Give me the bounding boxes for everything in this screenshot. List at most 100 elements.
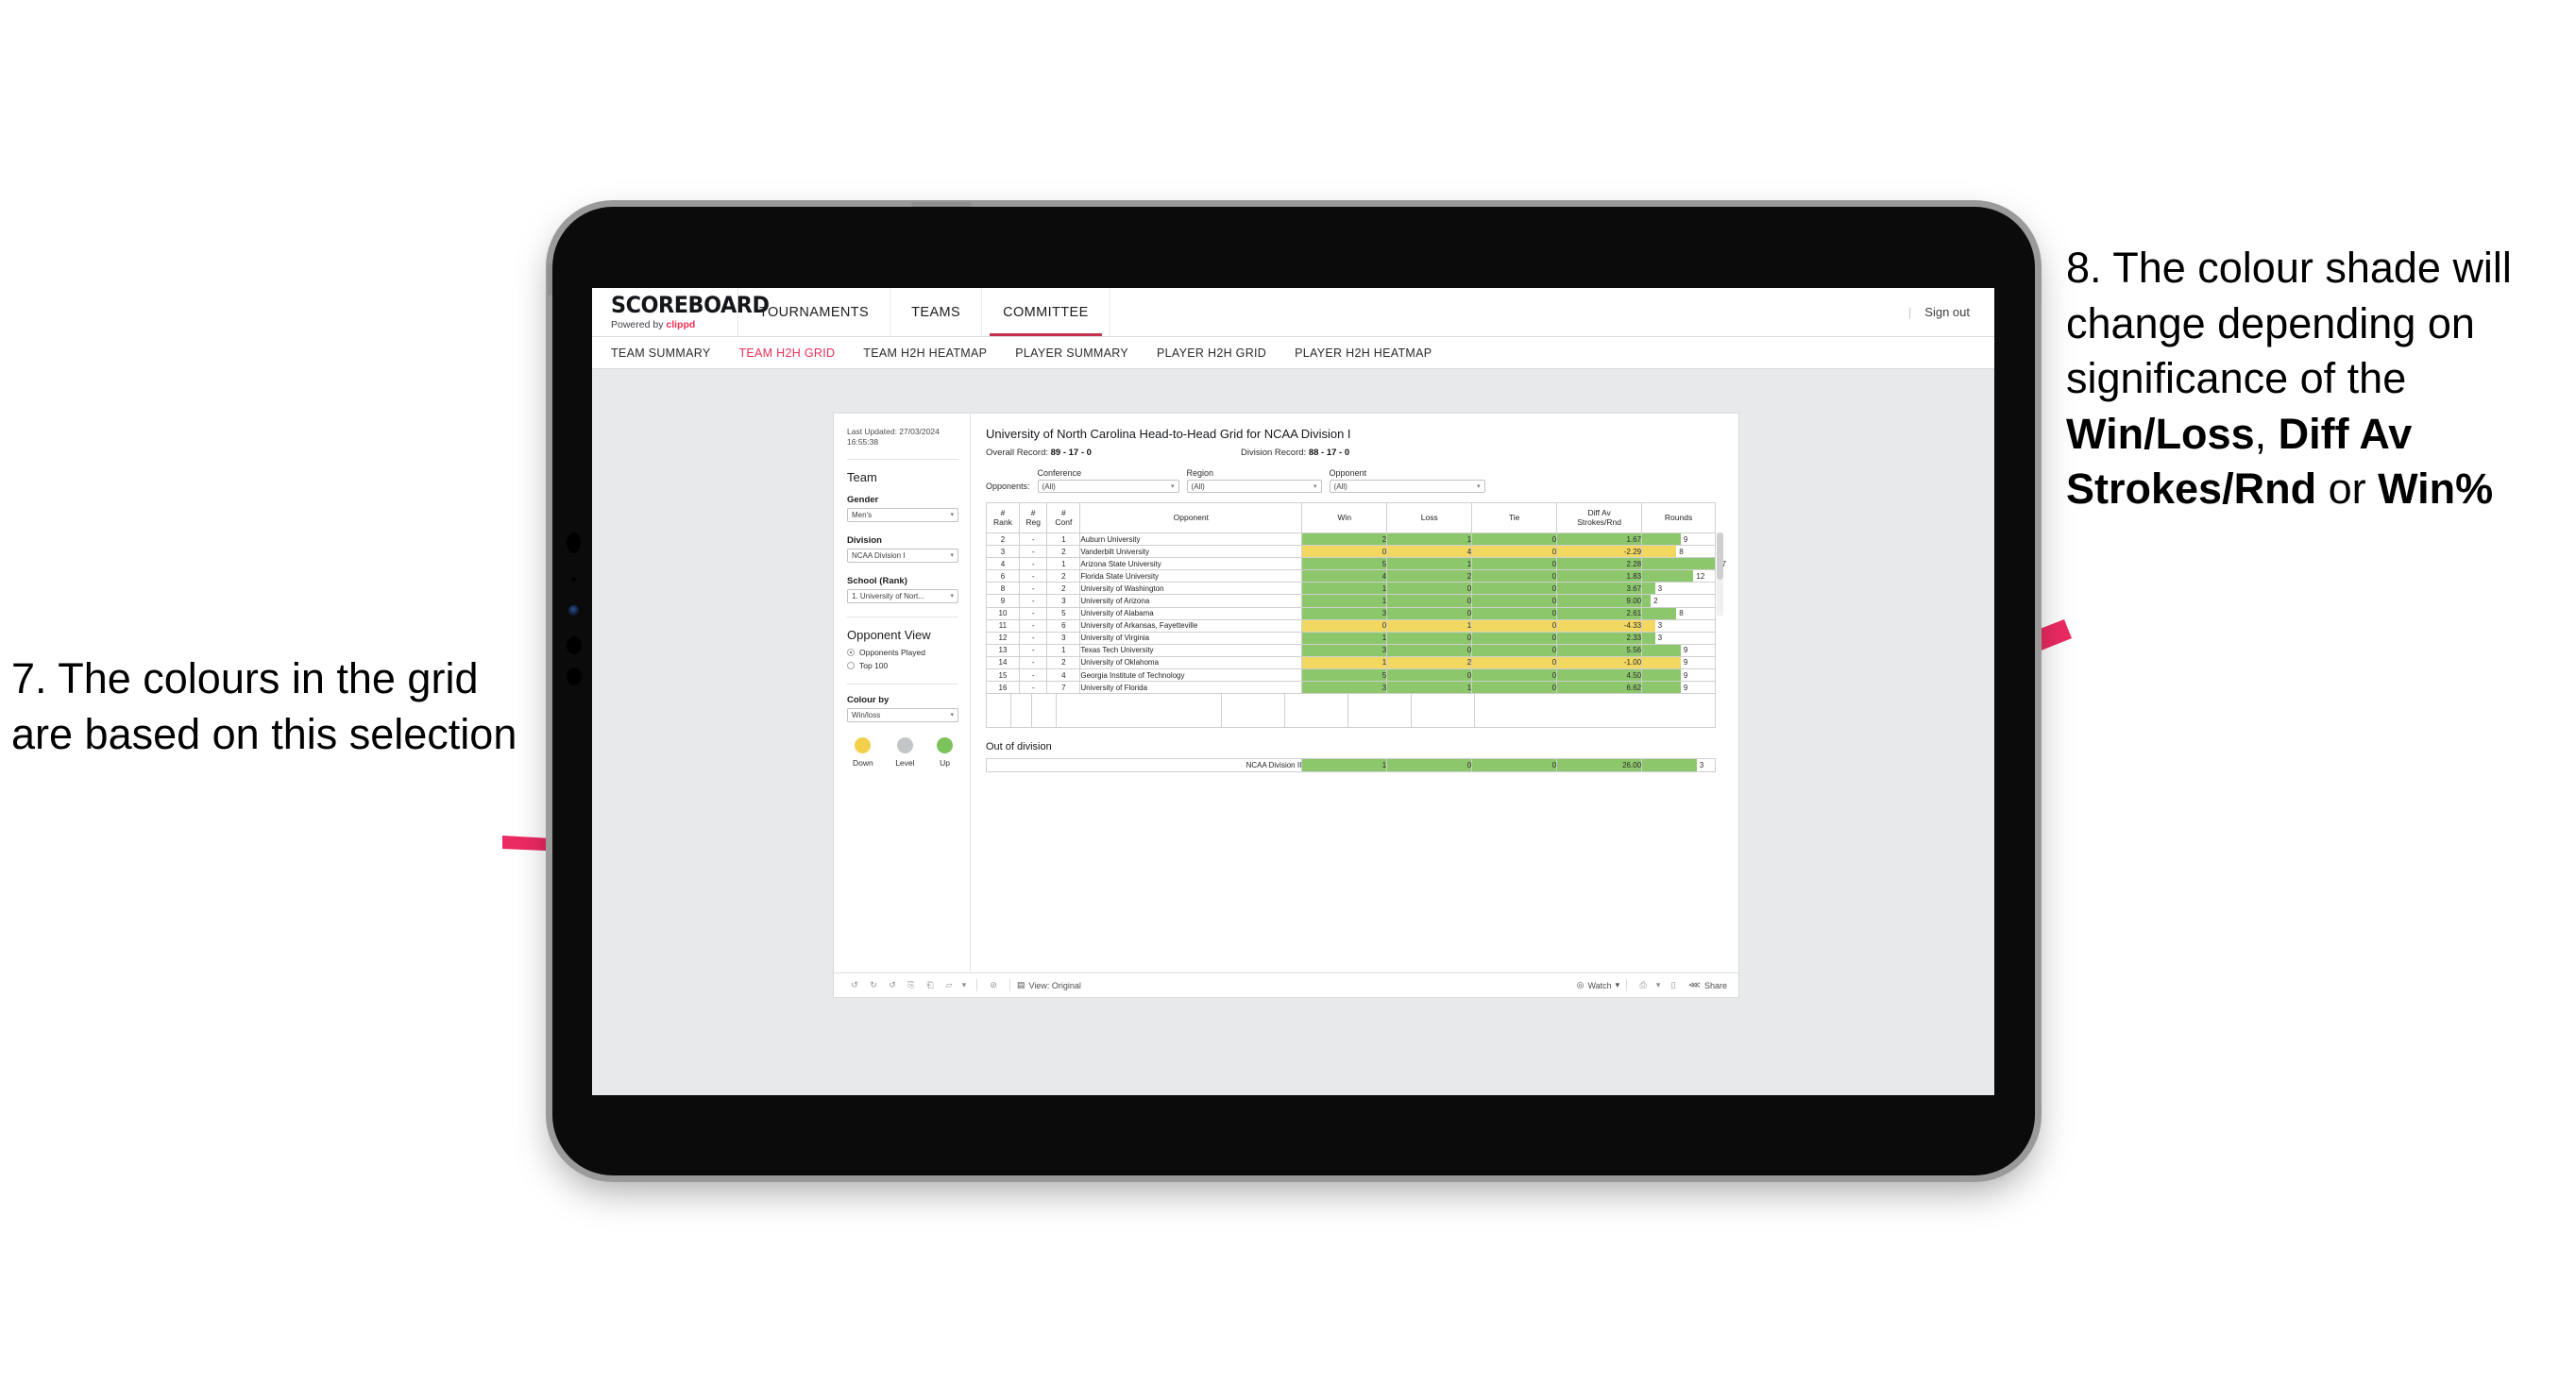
col-reg[interactable]: # Reg (1018, 502, 1048, 533)
school-select[interactable]: 1. University of Nort... ▾ (847, 588, 958, 603)
undo-icon[interactable]: ↺ (845, 976, 864, 995)
alert-icon[interactable]: ⊘ (984, 976, 1003, 995)
highlight-caret-icon[interactable]: ▾ (958, 976, 970, 995)
volume-button[interactable] (548, 263, 552, 296)
cell-rank: 11 (986, 618, 1020, 633)
cell-diff: 2.28 (1556, 557, 1643, 571)
radio-opponents-played[interactable]: Opponents Played (847, 648, 958, 657)
radio-icon (847, 648, 855, 656)
subnav-item-player-h2h-heatmap[interactable]: PLAYER H2H HEATMAP (1295, 346, 1449, 360)
radio-label: Opponents Played (859, 647, 925, 657)
download-caret-icon[interactable]: ▾ (1652, 976, 1664, 995)
annotation-right-mid1: , (2254, 409, 2279, 458)
school-field: School (Rank) 1. University of Nort... ▾ (847, 576, 958, 603)
table-row[interactable]: 13-1 Texas Tech University 3 0 0 5.56 9 (986, 643, 1716, 657)
main-view: University of North Carolina Head-to-Hea… (971, 414, 1738, 972)
table-row[interactable]: 6-2 Florida State University 4 2 0 1.83 12 (986, 569, 1716, 583)
division-select[interactable]: NCAA Division I ▾ (847, 548, 958, 563)
annotation-right-mid2: or (2316, 465, 2379, 513)
gender-field: Gender Men's ▾ (847, 495, 958, 522)
h2h-grid-wrapper: # Rank # Reg # Conf Opponent Win Loss Tie D… (986, 502, 1726, 729)
cell-conf: 6 (1046, 618, 1081, 633)
cell-loss: 1 (1386, 618, 1473, 633)
colour-by-label: Colour by (847, 694, 890, 705)
app-logo[interactable]: SCOREBOARD Powered by clippd (592, 288, 770, 336)
gender-value: Men's (852, 510, 873, 519)
cell-rounds: 12 (1641, 569, 1716, 583)
subnav-item-team-summary[interactable]: TEAM SUMMARY (611, 346, 727, 360)
table-row[interactable]: 15-4 Georgia Institute of Technology 5 0 0 4.… (986, 668, 1716, 683)
table-row[interactable]: 11-6 University of Arkansas, Fayetteville… (986, 618, 1716, 633)
cell-opponent: University of Virginia (1079, 631, 1303, 645)
cell-rounds: 9 (1641, 681, 1716, 695)
annotation-right-bold-winpct: Win% (2378, 465, 2494, 513)
share-button[interactable]: ⋘ Share (1688, 980, 1727, 990)
cell-opponent: Florida State University (1079, 569, 1303, 583)
table-row[interactable]: 16-7 University of Florida 3 1 0 6.62 9 (986, 681, 1716, 695)
download-icon[interactable]: ⎙ (1634, 976, 1652, 995)
rounds-bar (1642, 546, 1677, 558)
team-section-heading: Team (847, 469, 877, 484)
highlight-icon[interactable]: ▱ (940, 976, 958, 995)
refresh-icon[interactable]: ⎘ (902, 976, 921, 995)
cell-opponent: University of Arkansas, Fayetteville (1079, 618, 1303, 633)
cell-reg: - (1018, 681, 1048, 695)
annotation-right-lead: 8. The colour shade will change dependin… (2066, 244, 2512, 402)
region-select[interactable]: (All) ▾ (1186, 480, 1322, 493)
col-rank[interactable]: # Rank (986, 502, 1020, 533)
col-diff-av-strokes[interactable]: Diff Av Strokes/Rnd (1556, 502, 1643, 533)
school-label: School (Rank) (847, 575, 907, 586)
cell-conf: 3 (1046, 631, 1081, 645)
subnav-item-team-h2h-heatmap[interactable]: TEAM H2H HEATMAP (863, 346, 1004, 360)
dashboard-canvas: Last Updated: 27/03/2024 16:55:38 Team G… (592, 369, 1994, 1095)
table-row[interactable]: 9-3 University of Arizona 1 0 0 9.00 2 (986, 594, 1716, 608)
table-row[interactable]: 3-2 Vanderbilt University 0 4 0 -2.29 8 (986, 545, 1716, 559)
table-row[interactable]: 4-1Arizona State University5102.2817 (986, 557, 1726, 571)
table-row[interactable]: 14-2 University of Oklahoma 1 2 0 -1.00 9 (986, 655, 1716, 670)
tablet-device: SCOREBOARD Powered by clippd TOURNAMENTS… (548, 202, 2035, 1175)
table-row[interactable]: 10-5 University of Alabama 3 0 0 2.61 8 (986, 606, 1716, 620)
bezel-speaker-dot-2 (567, 636, 582, 654)
opponent-select[interactable]: (All) ▾ (1329, 480, 1485, 493)
table-row[interactable]: 2-1 Auburn University 2 1 0 1.67 9 (986, 532, 1716, 547)
subnav-item-player-summary[interactable]: PLAYER SUMMARY (1015, 346, 1145, 360)
signout-link[interactable]: Sign out (1924, 305, 1970, 319)
pause-icon[interactable]: ⎗ (921, 976, 940, 995)
topnav-item-teams[interactable]: TEAMS (890, 288, 983, 336)
device-icon[interactable]: ▯ (1664, 976, 1683, 995)
chevron-down-icon: ▾ (950, 712, 954, 719)
topnav-item-committee[interactable]: COMMITTEE (982, 288, 1110, 336)
col-loss[interactable]: Loss (1386, 502, 1473, 533)
watch-icon: ◎ (1576, 980, 1585, 989)
radio-top-100[interactable]: Top 100 (847, 661, 958, 670)
col-opponent[interactable]: Opponent (1079, 502, 1303, 533)
colour-by-select[interactable]: Win/loss ▾ (847, 707, 958, 722)
col-win[interactable]: Win (1301, 502, 1388, 533)
conference-select[interactable]: (All) ▾ (1037, 480, 1179, 493)
filters-sidebar: Last Updated: 27/03/2024 16:55:38 Team G… (834, 414, 971, 972)
colour-legend: Down Level Up (847, 736, 958, 768)
subnav-item-team-h2h-grid[interactable]: TEAM H2H GRID (738, 346, 852, 360)
col-tie[interactable]: Tie (1471, 502, 1558, 533)
radio-label: Top 100 (859, 660, 889, 670)
gender-select[interactable]: Men's ▾ (847, 507, 958, 522)
power-button[interactable] (911, 202, 972, 207)
cell-tie: 0 (1471, 594, 1558, 608)
grid-scrollbar-thumb[interactable] (1717, 532, 1723, 580)
cell-reg: - (1018, 532, 1048, 547)
redo-icon[interactable]: ↻ (864, 976, 883, 995)
cell-tie: 0 (1471, 582, 1558, 596)
table-row[interactable]: 8-2 University of Washington 1 0 0 3.67 3 (986, 582, 1716, 596)
cell-rounds: 9 (1641, 668, 1716, 683)
col-rounds[interactable]: Rounds (1641, 502, 1716, 533)
table-row[interactable]: 12-3 University of Virginia 1 0 0 2.33 3 (986, 631, 1716, 645)
school-value: 1. University of Nort... (852, 591, 924, 600)
table-row[interactable]: NCAA Division II 1 0 0 26.00 3 (985, 758, 1716, 773)
topnav-item-tournaments[interactable]: TOURNAMENTS (738, 288, 891, 336)
view-original-button[interactable]: ▤ View: Original (1017, 980, 1081, 990)
rounds-bar (1642, 759, 1697, 772)
revert-icon[interactable]: ↺ (883, 976, 902, 995)
watch-button[interactable]: ◎ Watch ▾ (1577, 980, 1620, 990)
col-conf[interactable]: # Conf (1046, 502, 1081, 533)
subnav-item-player-h2h-grid[interactable]: PLAYER H2H GRID (1157, 346, 1283, 360)
